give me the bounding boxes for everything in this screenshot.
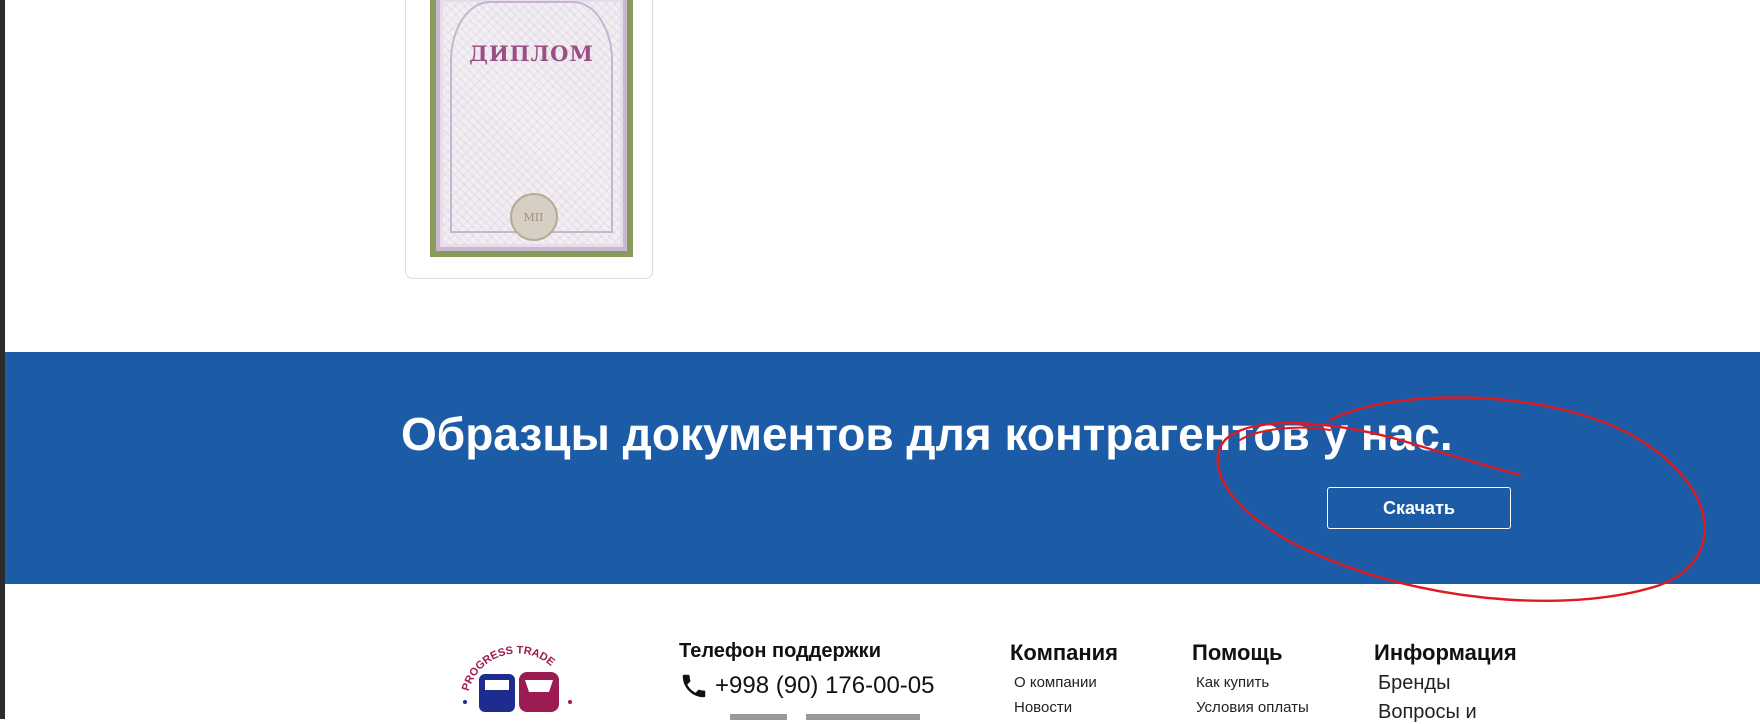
footer-company: Компания О компании Новости bbox=[1010, 640, 1118, 716]
banner-title: Образцы документов для контрагентов у на… bbox=[401, 408, 1453, 460]
diploma-card[interactable]: ДИПЛОМ MII bbox=[405, 0, 653, 279]
footer-help: Помощь Как купить Условия оплаты bbox=[1192, 640, 1309, 716]
help-heading: Помощь bbox=[1192, 640, 1283, 665]
diploma-title: ДИПЛОМ bbox=[469, 41, 594, 66]
footer-support: Телефон поддержки +998 (90) 176-00-05 bbox=[679, 640, 935, 701]
diploma-image: ДИПЛОМ MII bbox=[430, 0, 633, 257]
support-heading: Телефон поддержки bbox=[679, 640, 881, 662]
footer-link-brands[interactable]: Бренды bbox=[1378, 672, 1517, 695]
footer-link-how-to-buy[interactable]: Как купить bbox=[1196, 674, 1309, 691]
info-heading: Информация bbox=[1374, 640, 1517, 665]
footer-link-news[interactable]: Новости bbox=[1014, 699, 1118, 716]
company-heading: Компания bbox=[1010, 640, 1119, 665]
footer-link-payment-terms[interactable]: Условия оплаты bbox=[1196, 699, 1309, 716]
diploma-seal: MII bbox=[509, 193, 558, 241]
company-logo: PROGRESS TRADE bbox=[460, 644, 572, 712]
footer-link-about[interactable]: О компании bbox=[1014, 674, 1118, 691]
download-button[interactable]: Скачать bbox=[1327, 487, 1511, 529]
footer-info: Информация Бренды Вопросы и bbox=[1374, 640, 1517, 724]
support-phone-number[interactable]: +998 (90) 176-00-05 bbox=[715, 672, 935, 700]
phone-icon bbox=[682, 674, 706, 698]
support-phone[interactable]: +998 (90) 176-00-05 bbox=[679, 671, 935, 701]
footer-link-faq[interactable]: Вопросы и bbox=[1378, 701, 1517, 724]
cut-off-text bbox=[730, 714, 920, 720]
documents-banner: Образцы документов для контрагентов у на… bbox=[5, 352, 1760, 584]
